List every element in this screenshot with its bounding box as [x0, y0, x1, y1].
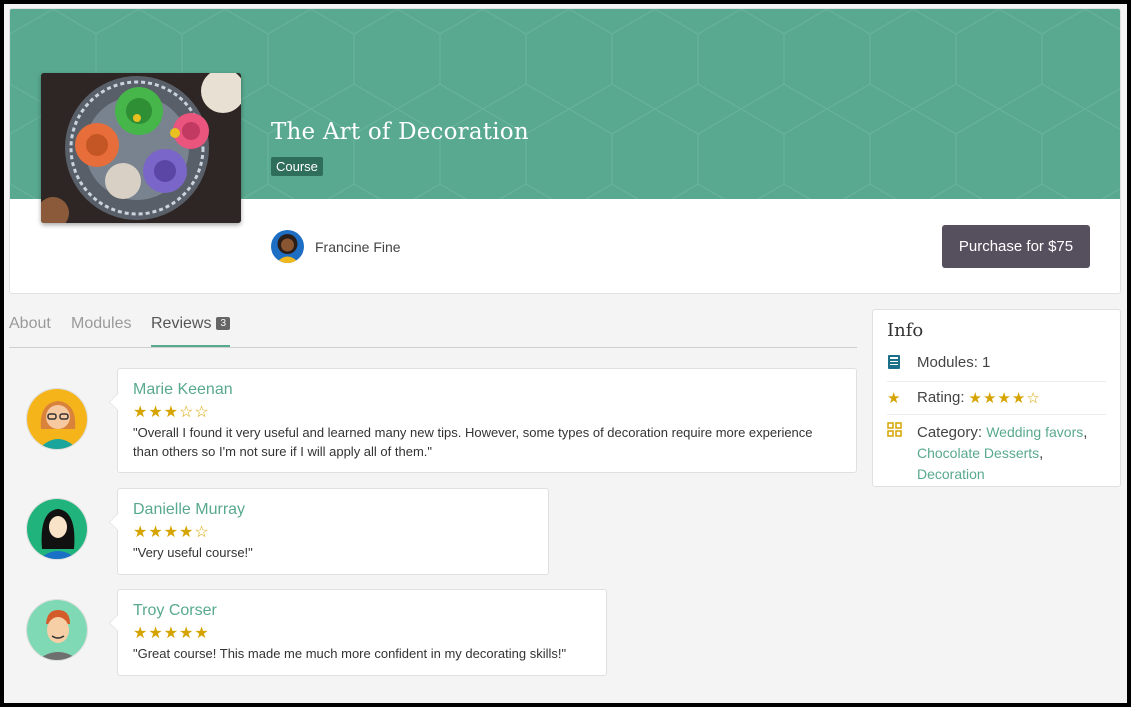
- category-link-wedding-favors[interactable]: Wedding favors: [986, 424, 1083, 440]
- author-name[interactable]: Francine Fine: [315, 239, 401, 255]
- tab-modules[interactable]: Modules: [71, 315, 131, 345]
- review-star-rating: ★★★★☆: [133, 524, 210, 541]
- reviews-count-badge: 3: [216, 317, 231, 330]
- course-cover-image[interactable]: [41, 73, 241, 223]
- tab-modules-label: Modules: [71, 315, 132, 332]
- review-bubble: Marie Keenan ★★★☆☆ "Overall I found it v…: [109, 368, 857, 473]
- category-link-decoration[interactable]: Decoration: [917, 466, 985, 482]
- reviewer-avatar: [26, 388, 88, 450]
- tab-about[interactable]: About: [9, 315, 51, 345]
- info-rating-row: ★ Rating: ★★★★☆: [887, 382, 1106, 415]
- info-rating-stars: ★★★★☆: [968, 390, 1041, 407]
- course-title: The Art of Decoration: [271, 119, 529, 145]
- course-type-badge: Course: [271, 157, 323, 176]
- review-star-rating: ★★★★★: [133, 625, 210, 642]
- author-avatar[interactable]: [271, 230, 304, 263]
- review-bubble: Troy Corser ★★★★★ "Great course! This ma…: [109, 589, 607, 676]
- info-title: Info: [887, 320, 924, 341]
- info-modules-row: Modules: 1: [887, 347, 1106, 382]
- reviewer-name[interactable]: Marie Keenan: [133, 381, 841, 399]
- review-text: "Overall I found it very useful and lear…: [133, 425, 813, 459]
- reviewer-avatar: [26, 498, 88, 560]
- category-link-chocolate-desserts[interactable]: Chocolate Desserts: [917, 445, 1039, 461]
- tab-reviews[interactable]: Reviews 3: [151, 315, 231, 347]
- course-header: The Art of Decoration Course Francine Fi…: [9, 8, 1121, 294]
- reviewer-name[interactable]: Danielle Murray: [133, 501, 533, 519]
- review-text: "Great course! This made me much more co…: [133, 646, 567, 661]
- page: The Art of Decoration Course Francine Fi…: [4, 4, 1127, 703]
- review-text: "Very useful course!": [133, 545, 253, 560]
- category-grid-icon: [887, 422, 909, 441]
- info-category-values: Category: Wedding favors, Chocolate Dess…: [917, 424, 1088, 482]
- info-rating-label: Rating:: [917, 389, 965, 406]
- reviewer-name[interactable]: Troy Corser: [133, 602, 591, 620]
- tab-about-label: About: [9, 315, 51, 332]
- course-tabs: About Modules Reviews 3: [9, 309, 857, 348]
- info-category-label: Category:: [917, 424, 983, 441]
- reviewer-avatar: [26, 599, 88, 661]
- review-star-rating: ★★★☆☆: [133, 404, 210, 421]
- tab-reviews-label: Reviews: [151, 315, 212, 332]
- book-icon: [887, 354, 909, 374]
- purchase-button[interactable]: Purchase for $75: [942, 225, 1090, 268]
- info-category-row: Category: Wedding favors, Chocolate Dess…: [887, 415, 1106, 492]
- star-icon: ★: [887, 390, 901, 407]
- review-bubble: Danielle Murray ★★★★☆ "Very useful cours…: [109, 488, 549, 575]
- info-panel: Info Modules: 1 ★ Rating: ★★★★☆ Category…: [872, 309, 1121, 487]
- info-modules-text: Modules: 1: [917, 354, 991, 371]
